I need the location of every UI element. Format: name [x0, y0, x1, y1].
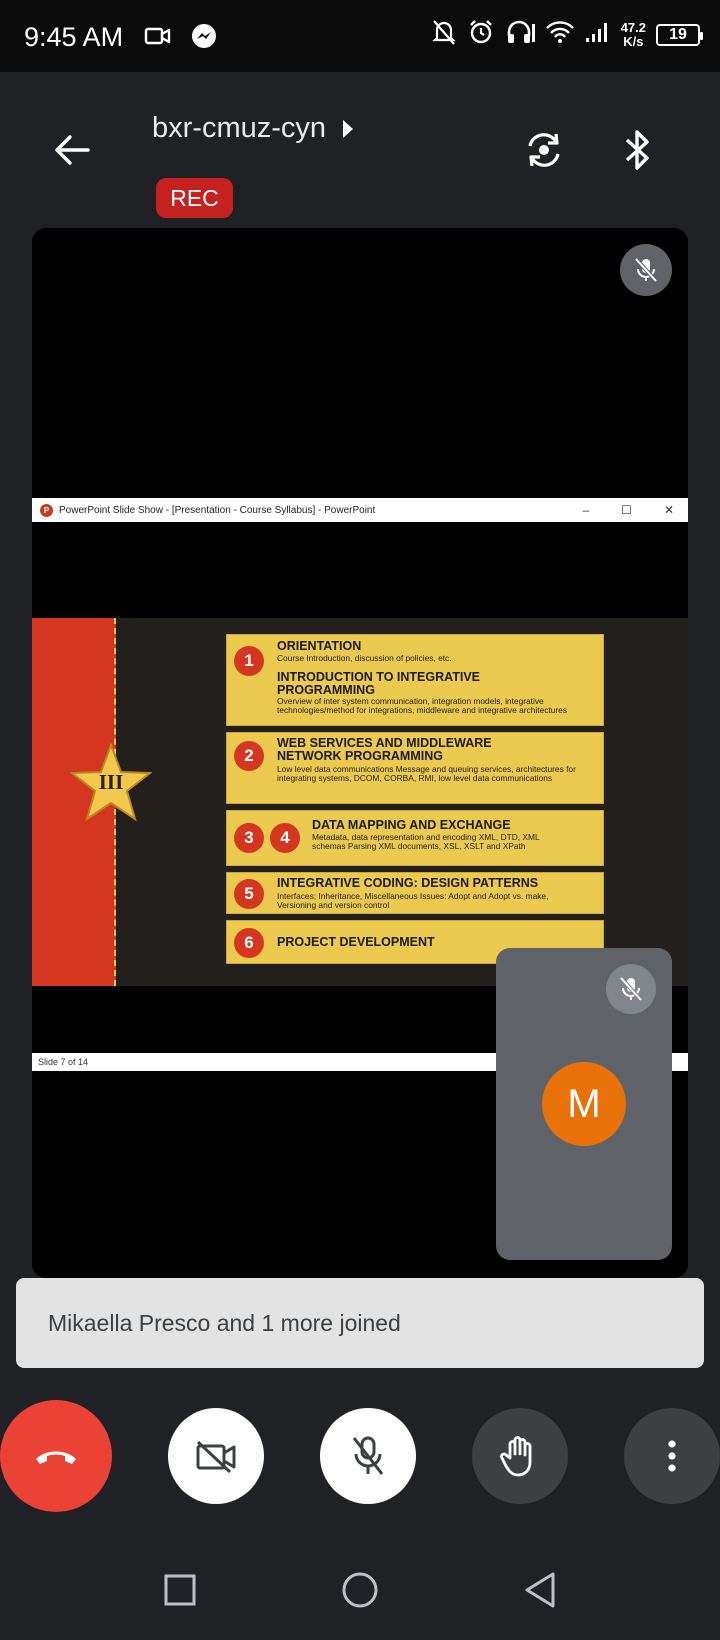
item-title: DATA MAPPING AND EXCHANGE	[312, 818, 511, 832]
mic-off-icon	[634, 257, 658, 283]
camera-off-icon	[196, 1440, 236, 1474]
item-title: INTEGRATIVE CODING: DESIGN PATTERNS	[277, 876, 539, 890]
status-bar: 9:45 AM 47.2 K/s 19	[0, 0, 720, 72]
self-muted-indicator	[606, 964, 656, 1014]
item-number: 5	[234, 879, 264, 909]
item-description: Metadata, data representation and encodi…	[312, 832, 540, 851]
status-time: 9:45 AM	[24, 22, 124, 52]
bluetooth-icon	[625, 130, 649, 170]
more-vert-icon	[668, 1440, 676, 1472]
syllabus-card: 5 INTEGRATIVE CODING: DESIGN PATTERNS In…	[226, 872, 604, 914]
messenger-icon	[190, 22, 218, 55]
item-number: 3	[234, 823, 264, 853]
powerpoint-titlebar: P PowerPoint Slide Show - [Presentation …	[32, 498, 688, 522]
item-description: Course Introduction, discussion of polic…	[277, 653, 452, 663]
slide-counter: Slide 7 of 14	[38, 1057, 89, 1067]
bluetooth-audio-button[interactable]	[618, 126, 658, 174]
alarm-icon	[467, 18, 495, 51]
item-number: 4	[270, 823, 300, 853]
maximize-icon: ☐	[621, 503, 632, 517]
syllabus-card: 1 ORIENTATION Course Introduction, discu…	[226, 634, 604, 726]
circle-icon	[342, 1572, 378, 1608]
network-speed: 47.2 K/s	[620, 19, 646, 49]
join-notification: Mikaella Presco and 1 more joined	[16, 1278, 704, 1368]
self-view-tile[interactable]: M	[496, 948, 672, 1260]
recents-button[interactable]	[156, 1566, 204, 1614]
syllabus-card: 2 WEB SERVICES AND MIDDLEWARE NETWORK PR…	[226, 732, 604, 804]
microphone-toggle-button[interactable]	[320, 1408, 416, 1504]
item-number: 2	[234, 741, 264, 771]
headphones-icon	[505, 18, 535, 51]
arrow-left-icon	[55, 135, 90, 165]
close-icon: ✕	[663, 503, 674, 517]
item-title: WEB SERVICES AND MIDDLEWARE NETWORK PROG…	[277, 736, 492, 763]
section-numeral: III	[98, 770, 124, 794]
item-title: ORIENTATION	[277, 639, 362, 653]
window-title: PowerPoint Slide Show - [Presentation - …	[59, 504, 376, 516]
slide: III 1 ORIENTATION Course Introduction, d…	[32, 618, 688, 986]
mic-off-icon	[352, 1436, 384, 1475]
switch-camera-icon	[528, 133, 560, 167]
mic-off-icon	[619, 976, 643, 1002]
back-nav-button[interactable]	[516, 1566, 564, 1614]
avatar: M	[542, 1062, 626, 1146]
raise-hand-button[interactable]	[472, 1408, 568, 1504]
meeting-code-button[interactable]: bxr-cmuz-cyn	[152, 112, 354, 145]
camera-toggle-button[interactable]	[168, 1408, 264, 1504]
triangle-back-icon	[525, 1572, 555, 1608]
minimize-icon: –	[582, 503, 590, 517]
notifications-off-icon	[431, 18, 457, 51]
home-button[interactable]	[336, 1566, 384, 1614]
presenter-muted-indicator	[620, 244, 672, 296]
item-number: 6	[234, 928, 264, 958]
recording-badge: REC	[156, 178, 233, 218]
more-options-button[interactable]	[624, 1408, 720, 1504]
video-call-icon	[144, 25, 172, 52]
phone-hangup-icon	[36, 1451, 76, 1464]
meet-call-screen: 9:45 AM 47.2 K/s 19 bxr-cmuz-cyn REC P P…	[0, 0, 720, 1640]
meeting-code: bxr-cmuz-cyn	[152, 112, 327, 144]
item-description: Interfaces; Inheritance, Miscellaneous I…	[277, 891, 549, 910]
item-description: Low level data communications Message an…	[277, 764, 576, 783]
back-button[interactable]	[50, 128, 94, 172]
item-title: INTRODUCTION TO INTEGRATIVE PROGRAMMING	[277, 670, 481, 697]
switch-camera-button[interactable]	[520, 126, 568, 174]
hand-icon	[500, 1436, 532, 1477]
powerpoint-logo-icon: P	[40, 503, 53, 517]
battery-indicator: 19	[656, 23, 703, 46]
signal-icon	[585, 20, 611, 49]
end-call-button[interactable]	[0, 1400, 112, 1512]
system-navigation-bar	[0, 1540, 720, 1640]
caret-right-icon	[343, 119, 354, 138]
square-icon	[164, 1574, 196, 1606]
wifi-icon	[545, 20, 575, 49]
item-description: Overview of inter system communication, …	[277, 696, 568, 715]
item-number: 1	[234, 646, 264, 676]
syllabus-card: 3 4 DATA MAPPING AND EXCHANGE Metadata, …	[226, 810, 604, 866]
